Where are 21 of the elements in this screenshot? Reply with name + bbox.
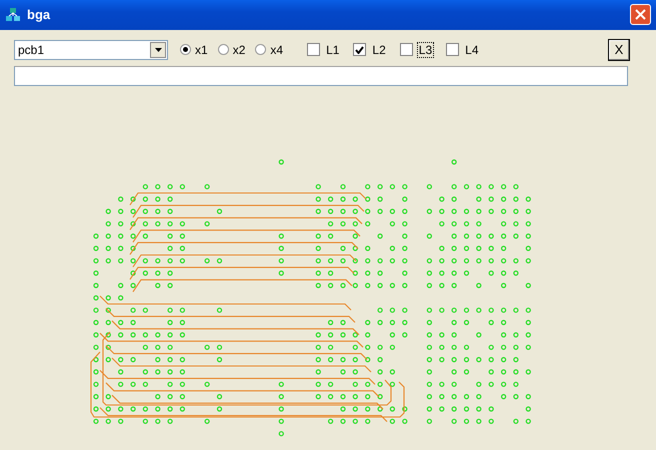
board-dropdown[interactable]: pcb1: [14, 40, 168, 60]
close-icon[interactable]: [630, 4, 651, 26]
window-title: bga: [27, 7, 50, 22]
checkbox[interactable]: [353, 43, 366, 56]
radio-button[interactable]: [180, 44, 191, 56]
caret-icon[interactable]: [150, 42, 166, 58]
close-panel-button[interactable]: X: [608, 38, 630, 61]
checkbox-label: L3: [416, 42, 434, 58]
checkbox[interactable]: [307, 43, 320, 56]
radio-button[interactable]: [255, 44, 266, 56]
checkbox-label: L1: [325, 42, 340, 58]
radio-button[interactable]: [218, 44, 229, 56]
radio-label: x1: [195, 42, 208, 57]
input-field[interactable]: [14, 66, 628, 86]
radio-label: x2: [232, 42, 246, 57]
radio-label: x4: [270, 42, 284, 57]
checkbox-label: L2: [371, 42, 387, 58]
checkbox-label: L4: [464, 42, 480, 58]
checkbox[interactable]: [400, 43, 413, 56]
app-icon: [5, 6, 21, 23]
checkbox[interactable]: [446, 43, 460, 56]
